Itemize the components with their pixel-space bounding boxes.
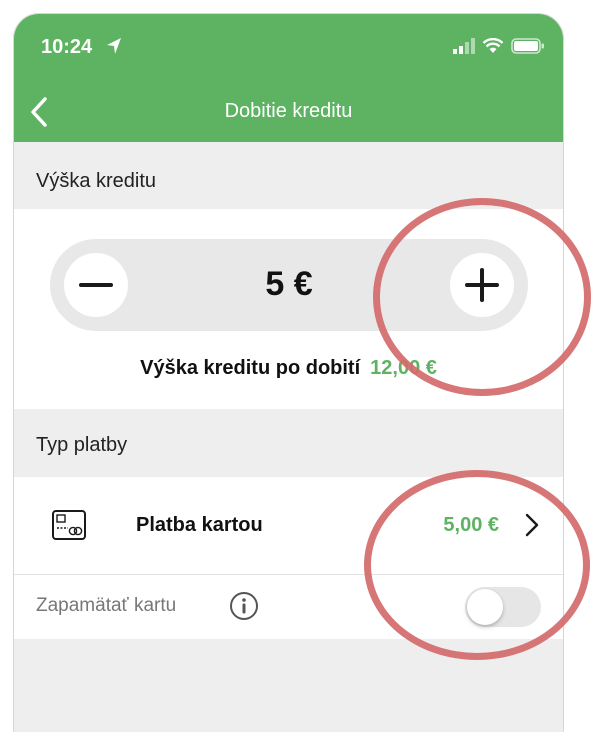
payment-method-row[interactable]: Platba kartou 5,00 €: [14, 477, 563, 575]
payment-method-label: Platba kartou: [136, 514, 263, 536]
remember-card-row: Zapamätať kartu: [14, 575, 563, 639]
payment-section-label: Typ platby: [36, 434, 128, 456]
credit-card: 5 € Výška kreditu po dobití 12,00 €: [14, 209, 563, 409]
remember-card-toggle[interactable]: [465, 587, 541, 627]
payment-method-amount: 5,00 €: [443, 514, 499, 536]
status-icons: [453, 36, 545, 56]
remember-card-label: Zapamätať kartu: [36, 595, 177, 616]
increase-button[interactable]: [450, 253, 514, 317]
credit-card-icon: [52, 510, 86, 540]
info-icon[interactable]: [229, 591, 259, 621]
app-header: 10:24 Dobitie kreditu: [14, 14, 563, 142]
signal-icon: [453, 38, 475, 54]
battery-icon: [511, 38, 544, 54]
phone-screen: 10:24 Dobitie kreditu Výška kreditu 5 € …: [13, 13, 564, 732]
status-bar: 10:24: [14, 14, 563, 84]
plus-icon: [465, 268, 499, 302]
credit-after-label: Výška kreditu po dobití: [140, 357, 361, 379]
status-time: 10:24: [41, 36, 93, 58]
wifi-icon: [482, 38, 504, 53]
nav-bar: Dobitie kreditu: [14, 84, 563, 142]
location-arrow-icon: [107, 38, 121, 54]
credit-after-row: Výška kreditu po dobití 12,00 €: [14, 357, 563, 380]
credit-section-label: Výška kreditu: [36, 170, 157, 192]
credit-after-value: 12,00 €: [370, 357, 437, 379]
payment-card: Platba kartou 5,00 € Zapamätať kartu: [14, 477, 563, 639]
chevron-right-icon: [525, 513, 539, 537]
toggle-knob: [467, 589, 503, 625]
amount-stepper: 5 €: [50, 239, 528, 331]
page-title: Dobitie kreditu: [224, 100, 353, 122]
